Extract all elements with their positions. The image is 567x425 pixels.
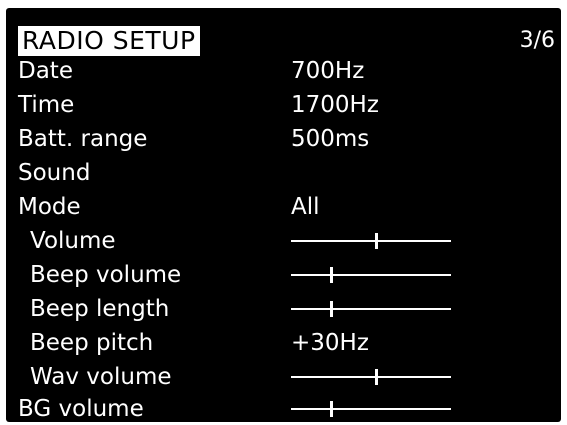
slider-thumb[interactable] [374,369,378,385]
setting-label: Beep volume [30,262,182,288]
setting-label: Sound [18,160,91,186]
setting-value[interactable]: +30Hz [291,326,369,360]
setting-row-bg-volume[interactable]: BG volume [6,392,561,422]
page-title: RADIO SETUP [18,26,200,56]
setting-row-beep-volume[interactable]: Beep volume [6,258,561,292]
setting-value[interactable]: All [291,190,320,224]
setting-row-sound[interactable]: Sound [6,156,561,190]
setting-row-beep-length[interactable]: Beep length [6,292,561,326]
setting-value[interactable]: 700Hz [291,54,364,88]
setting-label: Batt. range [18,126,148,152]
slider-thumb[interactable] [330,267,333,283]
setting-value[interactable]: 1700Hz [291,88,379,122]
slider-track [291,376,451,378]
slider-thumb[interactable] [330,401,333,417]
bg-volume-slider[interactable] [291,392,451,422]
setting-value[interactable]: 500ms [291,122,369,156]
volume-slider[interactable] [291,224,451,258]
radio-setup-screen: RADIO SETUP 3/6 Date 700Hz Time 1700Hz B… [6,8,561,422]
setting-label: Time [18,92,75,118]
setting-label: BG volume [18,396,144,422]
setting-label: Volume [30,228,116,254]
setting-label: Mode [18,194,81,220]
setting-row-volume[interactable]: Volume [6,224,561,258]
setting-label: Date [18,58,73,84]
beep-length-slider[interactable] [291,292,451,326]
slider-thumb[interactable] [374,233,378,249]
page-indicator: 3/6 [519,28,555,53]
slider-track [291,408,451,410]
setting-row-mode[interactable]: Mode All [6,190,561,224]
setting-row-batt-range[interactable]: Batt. range 500ms [6,122,561,156]
slider-thumb[interactable] [330,301,333,317]
setting-label: Beep pitch [30,330,154,356]
setting-label: Wav volume [30,364,172,390]
slider-track [291,274,451,276]
beep-volume-slider[interactable] [291,258,451,292]
setting-label: Beep length [30,296,170,322]
setting-row-time[interactable]: Time 1700Hz [6,88,561,122]
setting-row-beep-pitch[interactable]: Beep pitch +30Hz [6,326,561,360]
wav-volume-slider[interactable] [291,360,451,394]
slider-track [291,240,451,242]
setting-row-date[interactable]: Date 700Hz [6,54,561,88]
setting-row-wav-volume[interactable]: Wav volume [6,360,561,394]
slider-track [291,308,451,310]
